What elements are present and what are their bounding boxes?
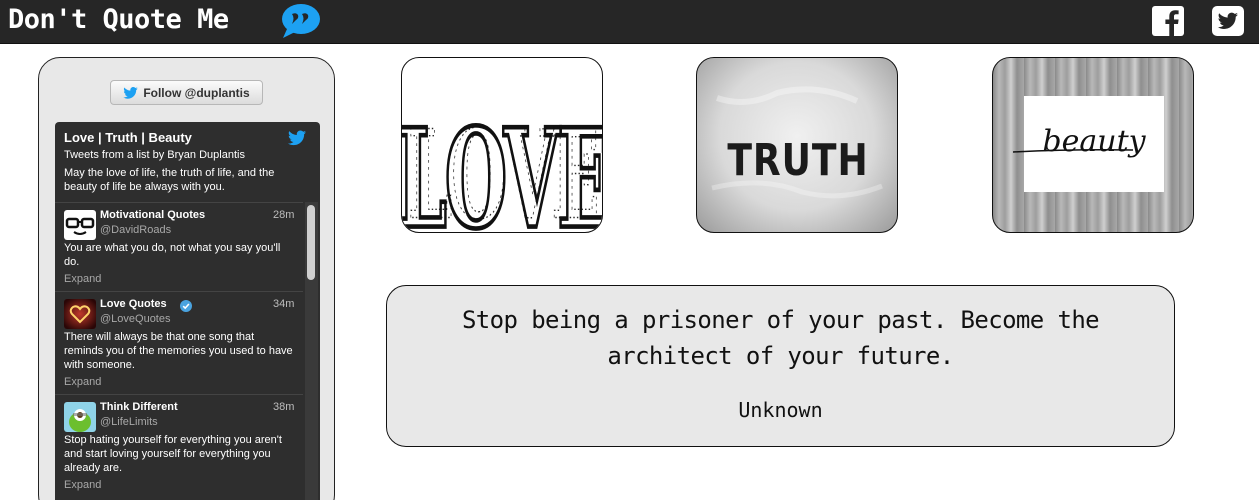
twitter-bird-icon[interactable] bbox=[288, 130, 306, 146]
love-word-image: LOVE LOVE bbox=[402, 97, 602, 233]
site-title[interactable]: Don't Quote Me bbox=[8, 1, 229, 39]
truth-word: TRUTH bbox=[727, 136, 868, 186]
svg-text:LOVE: LOVE bbox=[408, 104, 598, 233]
beauty-word: beauty bbox=[1042, 124, 1146, 159]
truth-word-image: TRUTH bbox=[711, 86, 883, 199]
tweet-author-handle[interactable]: @DavidRoads bbox=[100, 224, 171, 236]
widget-header: Love | Truth | Beauty Tweets from a list… bbox=[55, 122, 320, 202]
top-bar: Don't Quote Me bbox=[0, 0, 1259, 44]
avatar[interactable] bbox=[64, 299, 96, 329]
quote-text: Stop being a prisoner of your past. Beco… bbox=[461, 306, 1100, 370]
follow-button[interactable]: Follow @duplantis bbox=[110, 80, 263, 105]
tweet-list-scrollbar[interactable] bbox=[305, 202, 318, 500]
widget-subtitle: Tweets from a list by Bryan Duplantis bbox=[64, 149, 245, 161]
twitter-bird-icon bbox=[123, 86, 139, 99]
widget-description: May the love of life, the truth of life,… bbox=[64, 167, 275, 193]
avatar[interactable] bbox=[64, 402, 96, 432]
twitter-sidebar: Follow @duplantis Love | Truth | Beauty … bbox=[38, 57, 335, 500]
tweet-timestamp[interactable]: 38m bbox=[273, 401, 294, 413]
tweet-timestamp[interactable]: 28m bbox=[273, 209, 294, 221]
tweet-list: Motivational Quotes @DavidRoads 28m You … bbox=[55, 202, 320, 500]
truth-image-card[interactable]: TRUTH bbox=[696, 57, 898, 233]
tweet-author-name[interactable]: Love Quotes bbox=[100, 298, 167, 310]
tweet-text: There will always be that one song that … bbox=[64, 331, 293, 371]
tweet-author-name[interactable]: Motivational Quotes bbox=[100, 209, 205, 221]
avatar[interactable] bbox=[64, 210, 96, 240]
tweet-author-handle[interactable]: @LifeLimits bbox=[100, 416, 158, 428]
beauty-image-card[interactable]: beauty bbox=[992, 57, 1194, 233]
tweet-expand-link[interactable]: Expand bbox=[64, 479, 101, 491]
quote-author: Unknown bbox=[738, 398, 823, 422]
tweet-author-name[interactable]: Think Different bbox=[100, 401, 178, 413]
tweet-author-handle[interactable]: @LoveQuotes bbox=[100, 313, 171, 325]
tweet-expand-link[interactable]: Expand bbox=[64, 273, 101, 285]
twitter-list-widget: Love | Truth | Beauty Tweets from a list… bbox=[55, 122, 320, 500]
tweet-text: You are what you do, not what you say yo… bbox=[64, 242, 281, 268]
follow-button-label: Follow @duplantis bbox=[143, 85, 250, 100]
tweet-expand-link[interactable]: Expand bbox=[64, 376, 101, 388]
love-image-card[interactable]: LOVE LOVE bbox=[401, 57, 603, 233]
tweet-item[interactable]: Think Different @LifeLimits 38m Stop hat… bbox=[55, 394, 303, 497]
tweet-timestamp[interactable]: 34m bbox=[273, 298, 294, 310]
verified-badge-icon bbox=[180, 300, 192, 312]
widget-title[interactable]: Love | Truth | Beauty bbox=[64, 130, 192, 145]
tweet-text: Stop hating yourself for everything you … bbox=[64, 434, 282, 474]
speech-bubble-quote-icon bbox=[282, 4, 320, 38]
facebook-icon[interactable] bbox=[1152, 6, 1184, 36]
tweet-item[interactable]: Motivational Quotes @DavidRoads 28m You … bbox=[55, 202, 303, 291]
twitter-icon[interactable] bbox=[1212, 6, 1244, 36]
quote-box: Stop being a prisoner of your past. Beco… bbox=[386, 285, 1175, 447]
beauty-word-image: beauty bbox=[1012, 96, 1164, 192]
scrollbar-thumb[interactable] bbox=[307, 205, 315, 280]
tweet-item[interactable]: Love Quotes @LoveQuotes 34m There will a… bbox=[55, 291, 303, 394]
